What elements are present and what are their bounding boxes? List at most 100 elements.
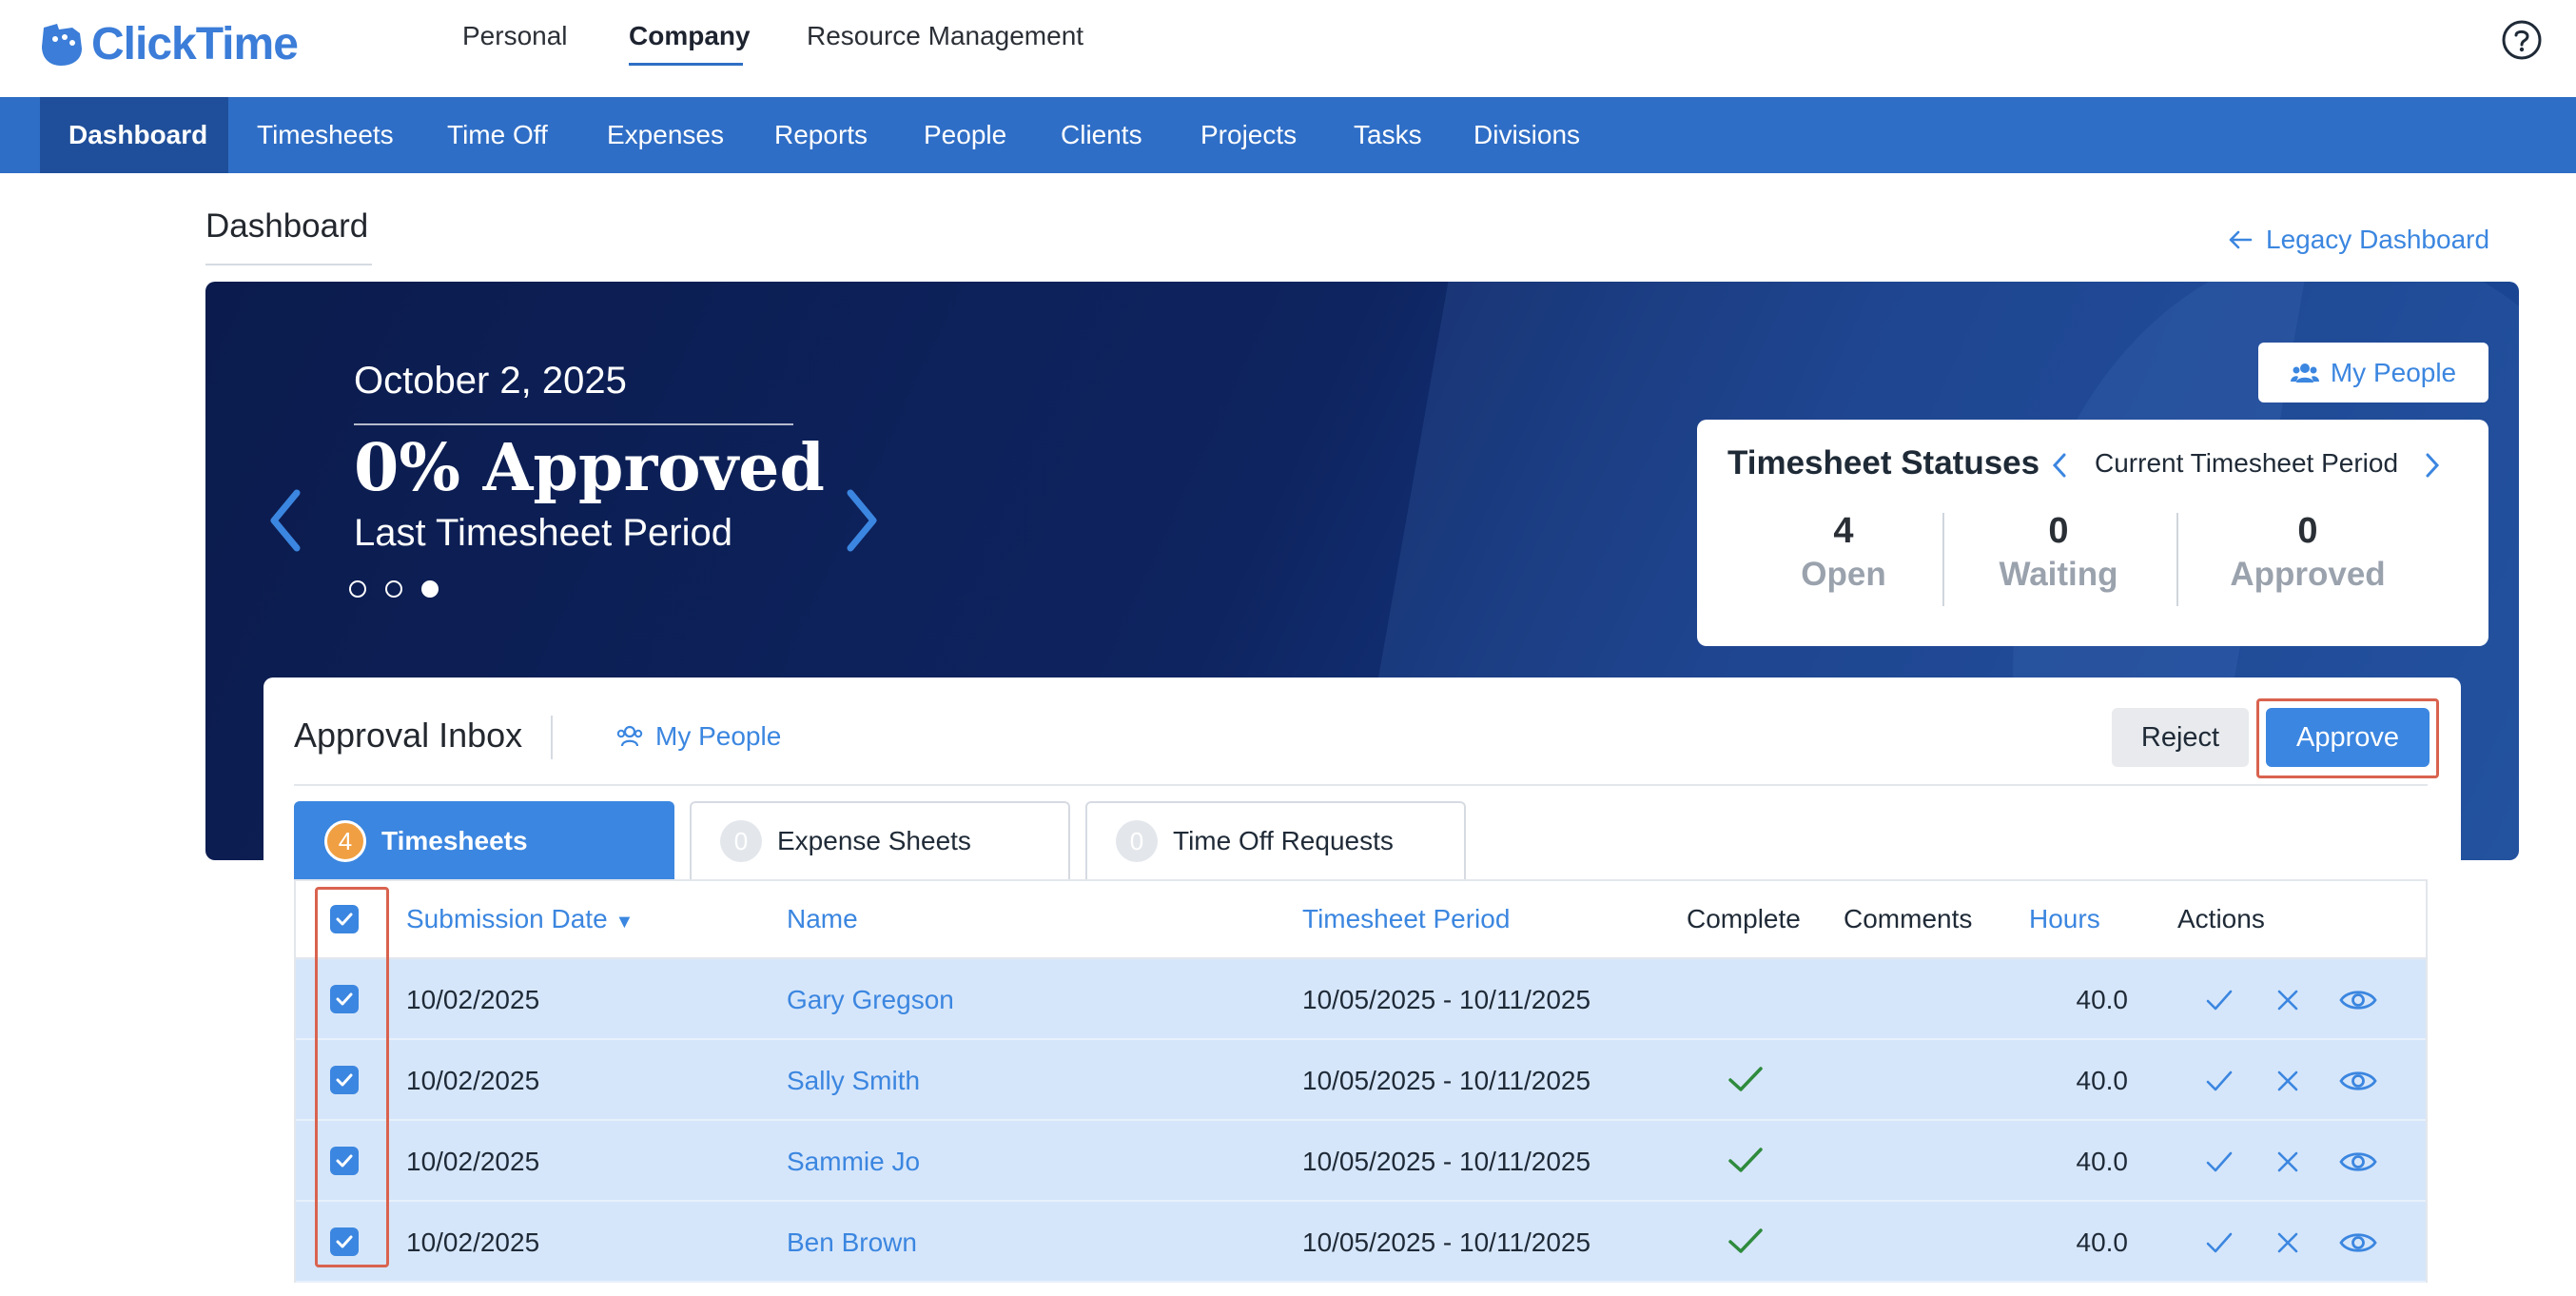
carousel-dot-2[interactable] [385,580,402,598]
tab-timesheets-count: 4 [324,820,366,862]
sub-nav-time-off[interactable]: Time Off [447,97,548,173]
status-period-label: Current Timesheet Period [2095,448,2399,478]
row-name-link[interactable]: Sally Smith [787,1040,920,1121]
status-open-count: 4 [1833,511,1854,551]
timesheet-table: Submission Date ▼ Name Timesheet Period … [294,879,2428,1283]
status-card-title: Timesheet Statuses [1727,444,2040,481]
table-row[interactable]: 10/02/2025 Ben Brown 10/05/2025 - 10/11/… [296,1202,2426,1283]
sub-nav-divisions[interactable]: Divisions [1473,97,1580,173]
sub-nav-tasks[interactable]: Tasks [1354,97,1422,173]
clicktime-logo-icon [42,24,82,66]
clicktime-logo[interactable]: ClickTime [38,13,299,74]
period-next-icon[interactable] [2424,452,2441,479]
carousel-dot-3[interactable] [421,580,439,598]
top-nav-resource-management[interactable]: Resource Management [807,21,1083,51]
sub-nav-dashboard[interactable]: Dashboard [68,97,207,173]
page-title-underline [205,264,372,265]
complete-check-icon [1728,1228,1763,1253]
sub-nav-reports[interactable]: Reports [774,97,868,173]
table-row[interactable]: 10/02/2025 Sally Smith 10/05/2025 - 10/1… [296,1040,2426,1121]
status-approved-label: Approved [2230,556,2386,593]
inbox-title-divider [551,716,553,759]
legacy-dashboard-label: Legacy Dashboard [2266,225,2490,254]
sub-nav-projects[interactable]: Projects [1200,97,1297,173]
complete-check-icon [1728,1148,1763,1172]
sub-nav-expenses[interactable]: Expenses [607,97,724,173]
carousel-prev-icon[interactable] [266,487,304,554]
status-approved: 0 Approved [2213,511,2403,594]
reject-row-icon[interactable] [2272,1227,2304,1259]
sub-nav-clients[interactable]: Clients [1061,97,1142,173]
view-row-icon[interactable] [2339,1227,2377,1259]
hero-subtitle: Last Timesheet Period [354,512,732,554]
sub-nav-timesheets[interactable]: Timesheets [257,97,394,173]
tab-expense-sheets[interactable]: 0 Expense Sheets [690,801,1070,879]
top-bar: ClickTime Personal Company Resource Mana… [0,0,2576,97]
carousel-dot-1[interactable] [349,580,366,598]
row-hours: 40.0 [2076,1066,2129,1095]
period-prev-icon[interactable] [2051,452,2068,479]
row-timesheet-period: 10/05/2025 - 10/11/2025 [1302,1227,1591,1257]
view-row-icon[interactable] [2339,984,2377,1016]
column-hours[interactable]: Hours [2029,881,2100,957]
legacy-dashboard-link[interactable]: Legacy Dashboard [2228,225,2489,255]
row-name-link[interactable]: Sammie Jo [787,1121,920,1202]
row-submission-date: 10/02/2025 [406,985,540,1014]
table-row[interactable]: 10/02/2025 Gary Gregson 10/05/2025 - 10/… [296,959,2426,1040]
row-submission-date: 10/02/2025 [406,1147,540,1176]
status-open: 4 Open [1748,511,1939,594]
sort-down-icon: ▼ [615,912,634,933]
view-row-icon[interactable] [2339,1065,2377,1097]
column-submission-date[interactable]: Submission Date ▼ [406,881,634,957]
approve-row-icon[interactable] [2203,1065,2235,1097]
tab-timesheets[interactable]: 4 Timesheets [294,801,674,879]
carousel-next-icon[interactable] [843,487,881,554]
row-timesheet-period: 10/05/2025 - 10/11/2025 [1302,1066,1591,1095]
tab-time-off-requests-count: 0 [1116,820,1158,862]
column-timesheet-period[interactable]: Timesheet Period [1302,881,1510,957]
reject-row-icon[interactable] [2272,1146,2304,1178]
row-name-link[interactable]: Ben Brown [787,1202,917,1283]
row-submission-date: 10/02/2025 [406,1227,540,1257]
reject-button[interactable]: Reject [2112,708,2249,767]
view-row-icon[interactable] [2339,1146,2377,1178]
column-comments: Comments [1844,904,1973,933]
row-hours: 40.0 [2076,1227,2129,1257]
table-header: Submission Date ▼ Name Timesheet Period … [296,881,2426,959]
hero-divider [354,423,793,425]
approve-row-icon[interactable] [2203,984,2235,1016]
inbox-my-people-label: My People [655,721,782,751]
inbox-my-people-link[interactable]: My People [615,721,781,752]
people-icon [2290,363,2319,383]
checkbox-highlight-box [315,887,389,1267]
tab-time-off-requests[interactable]: 0 Time Off Requests [1085,801,1466,879]
tab-timesheets-label: Timesheets [381,826,528,855]
row-name-link[interactable]: Gary Gregson [787,959,954,1040]
status-waiting: 0 Waiting [1963,511,2154,594]
status-waiting-count: 0 [2048,511,2069,551]
timesheet-status-card: Timesheet Statuses Current Timesheet Per… [1697,420,2488,646]
my-people-button[interactable]: My People [2258,343,2488,403]
sub-nav-people[interactable]: People [924,97,1006,173]
reject-row-icon[interactable] [2272,984,2304,1016]
people-icon [616,725,643,747]
column-submission-date-label: Submission Date [406,904,608,933]
approve-row-icon[interactable] [2203,1146,2235,1178]
column-actions: Actions [2177,904,2265,933]
logo-text: ClickTime [91,18,299,69]
top-nav-company[interactable]: Company [629,21,751,51]
status-waiting-label: Waiting [1999,556,2118,593]
top-nav-personal[interactable]: Personal [462,21,568,51]
table-row[interactable]: 10/02/2025 Sammie Jo 10/05/2025 - 10/11/… [296,1121,2426,1202]
hero-date: October 2, 2025 [354,360,627,402]
row-submission-date: 10/02/2025 [406,1066,540,1095]
tab-expense-sheets-count: 0 [720,820,762,862]
column-name[interactable]: Name [787,881,858,957]
status-approved-count: 0 [2297,511,2318,551]
help-icon[interactable] [2501,19,2543,61]
approve-row-icon[interactable] [2203,1227,2235,1259]
tab-time-off-requests-label: Time Off Requests [1173,826,1394,855]
table-body: 10/02/2025 Gary Gregson 10/05/2025 - 10/… [296,959,2426,1283]
reject-row-icon[interactable] [2272,1065,2304,1097]
approve-button[interactable]: Approve [2266,708,2430,767]
